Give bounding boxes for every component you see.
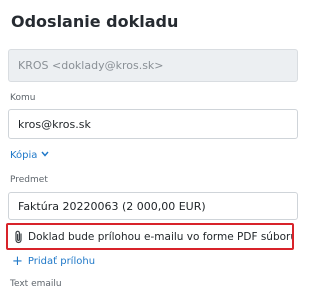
to-field[interactable]: kros@kros.sk [8,109,298,139]
copy-label: Kópia [10,150,38,161]
copy-toggle[interactable]: Kópia [10,150,49,161]
plus-icon: + [12,253,23,269]
paperclip-icon [14,230,24,244]
page-title: Odoslanie dokladu [11,12,179,31]
from-field: KROS <doklady@kros.sk> [8,49,298,82]
from-value: KROS <doklady@kros.sk> [18,59,164,72]
chevron-down-icon [41,150,49,160]
attachment-notice: Doklad bude prílohou e-mailu vo forme PD… [6,223,294,250]
subject-label: Predmet [10,175,48,185]
to-value: kros@kros.sk [18,117,91,131]
add-attachment-button[interactable]: + Pridať prílohu [12,253,96,269]
subject-field[interactable]: Faktúra 20220063 (2 000,00 EUR) [8,192,298,220]
subject-value: Faktúra 20220063 (2 000,00 EUR) [18,199,206,213]
body-text-label: Text emailu [10,279,62,289]
add-attachment-label: Pridať prílohu [27,256,96,267]
to-label: Komu [10,93,36,103]
attachment-notice-text: Doklad bude prílohou e-mailu vo forme PD… [28,230,294,243]
